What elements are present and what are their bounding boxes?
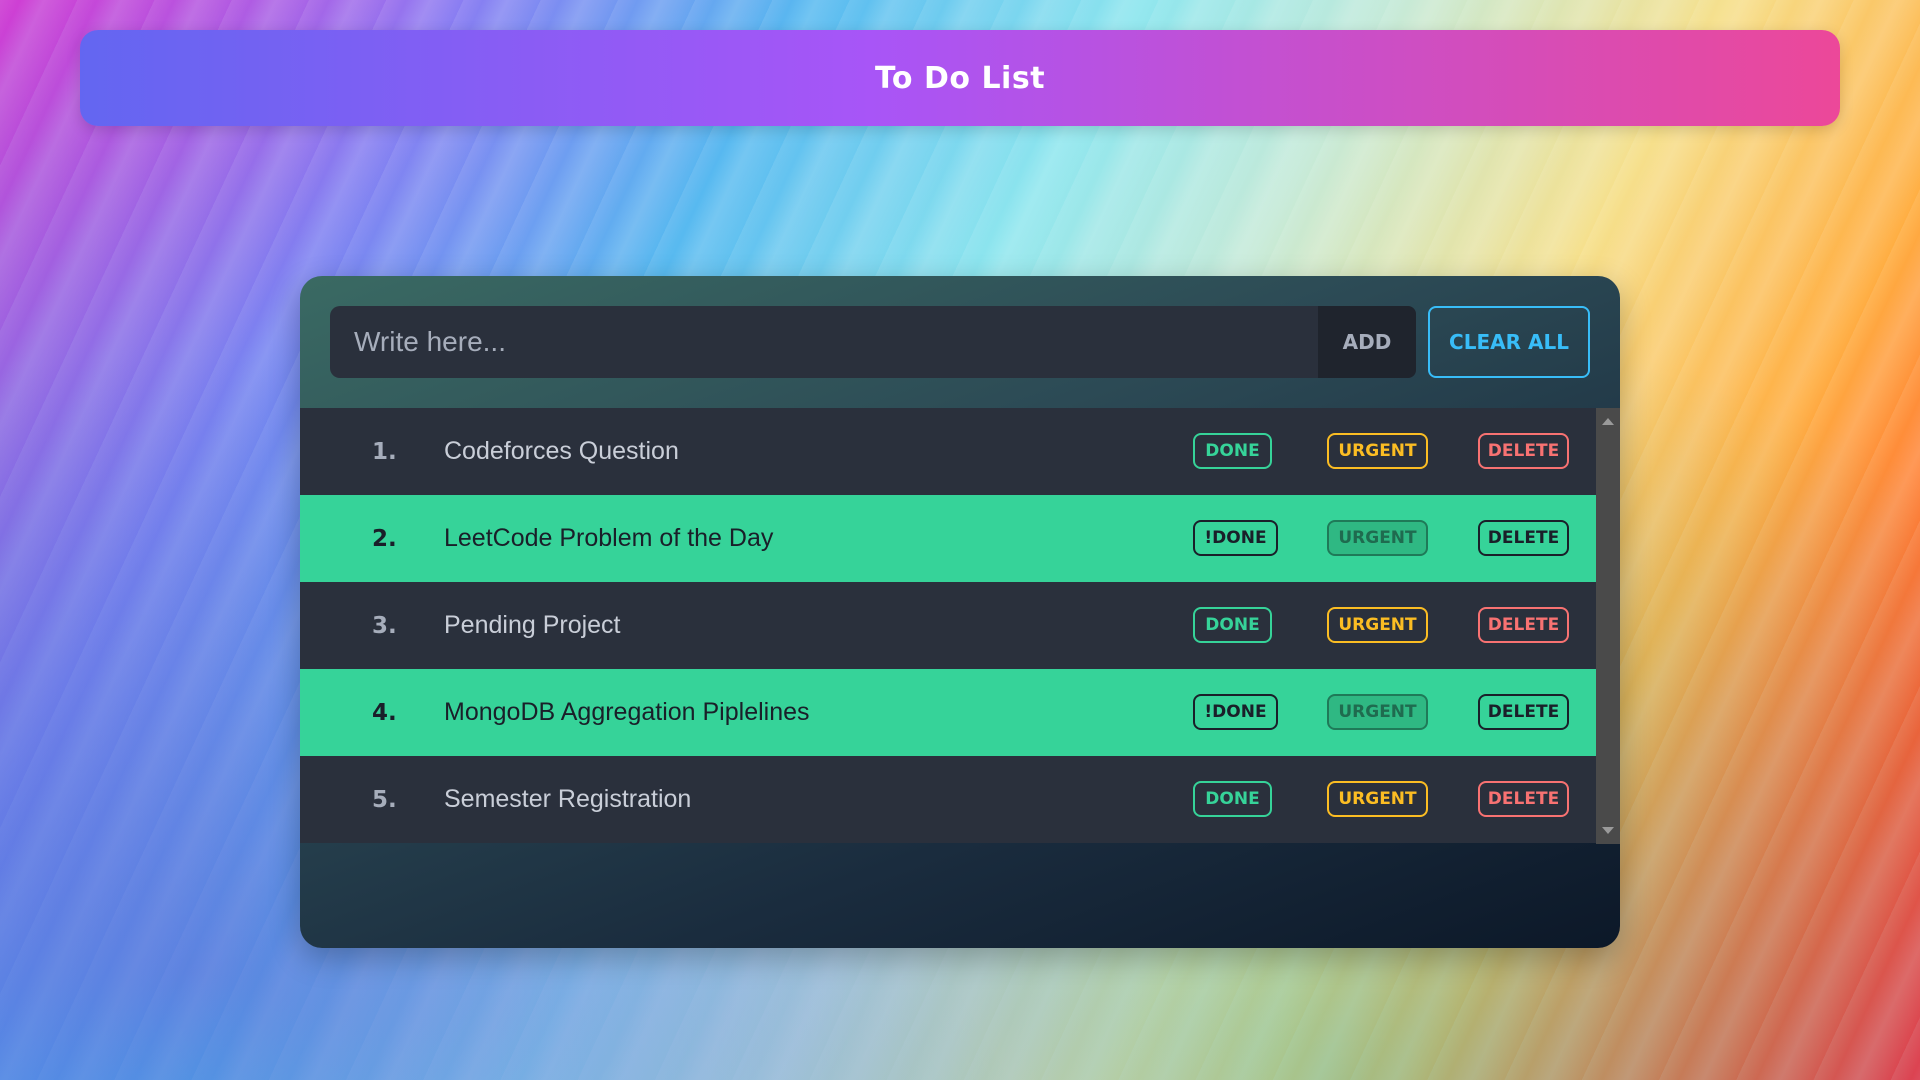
done-button[interactable]: DONE [1193,781,1272,817]
scroll-up-icon[interactable] [1602,418,1614,425]
todo-text: MongoDB Aggregation Piplelines [444,698,810,726]
todo-number: 2. [372,525,397,552]
delete-button[interactable]: DELETE [1478,694,1569,730]
urgent-button[interactable]: URGENT [1327,433,1428,469]
todo-text: Semester Registration [444,785,692,813]
delete-button[interactable]: DELETE [1478,433,1569,469]
todo-item: 1. Codeforces Question DONE URGENT DELET… [300,408,1596,495]
todo-number: 1. [372,438,397,465]
undone-button[interactable]: !DONE [1193,520,1278,556]
done-button[interactable]: DONE [1193,433,1272,469]
list-scrollbar[interactable] [1596,408,1620,844]
delete-button[interactable]: DELETE [1478,520,1569,556]
todo-item: 3. Pending Project DONE URGENT DELETE [300,582,1596,669]
todo-list: 1. Codeforces Question DONE URGENT DELET… [300,408,1596,844]
clear-all-button[interactable]: CLEAR ALL [1428,306,1590,378]
urgent-button[interactable]: URGENT [1327,607,1428,643]
add-button[interactable]: ADD [1318,306,1416,378]
app-header: To Do List [80,30,1840,126]
page-title: To Do List [874,60,1046,96]
todo-panel: ADD CLEAR ALL 1. Codeforces Question DON… [300,276,1620,948]
todo-text: LeetCode Problem of the Day [444,524,774,552]
todo-number: 5. [372,786,397,813]
todo-text: Codeforces Question [444,437,679,465]
urgent-button[interactable]: URGENT [1327,520,1428,556]
todo-item: 5. Semester Registration DONE URGENT DEL… [300,756,1596,843]
done-button[interactable]: DONE [1193,607,1272,643]
scroll-down-icon[interactable] [1602,827,1614,834]
urgent-button[interactable]: URGENT [1327,694,1428,730]
delete-button[interactable]: DELETE [1478,781,1569,817]
todo-input[interactable] [330,306,1318,378]
input-row: ADD CLEAR ALL [330,306,1590,378]
todo-list-container: 1. Codeforces Question DONE URGENT DELET… [300,408,1620,844]
todo-item: 4. MongoDB Aggregation Piplelines !DONE … [300,669,1596,756]
undone-button[interactable]: !DONE [1193,694,1278,730]
todo-item: 2. LeetCode Problem of the Day !DONE URG… [300,495,1596,582]
delete-button[interactable]: DELETE [1478,607,1569,643]
todo-number: 4. [372,699,397,726]
todo-number: 3. [372,612,397,639]
urgent-button[interactable]: URGENT [1327,781,1428,817]
todo-text: Pending Project [444,611,621,639]
